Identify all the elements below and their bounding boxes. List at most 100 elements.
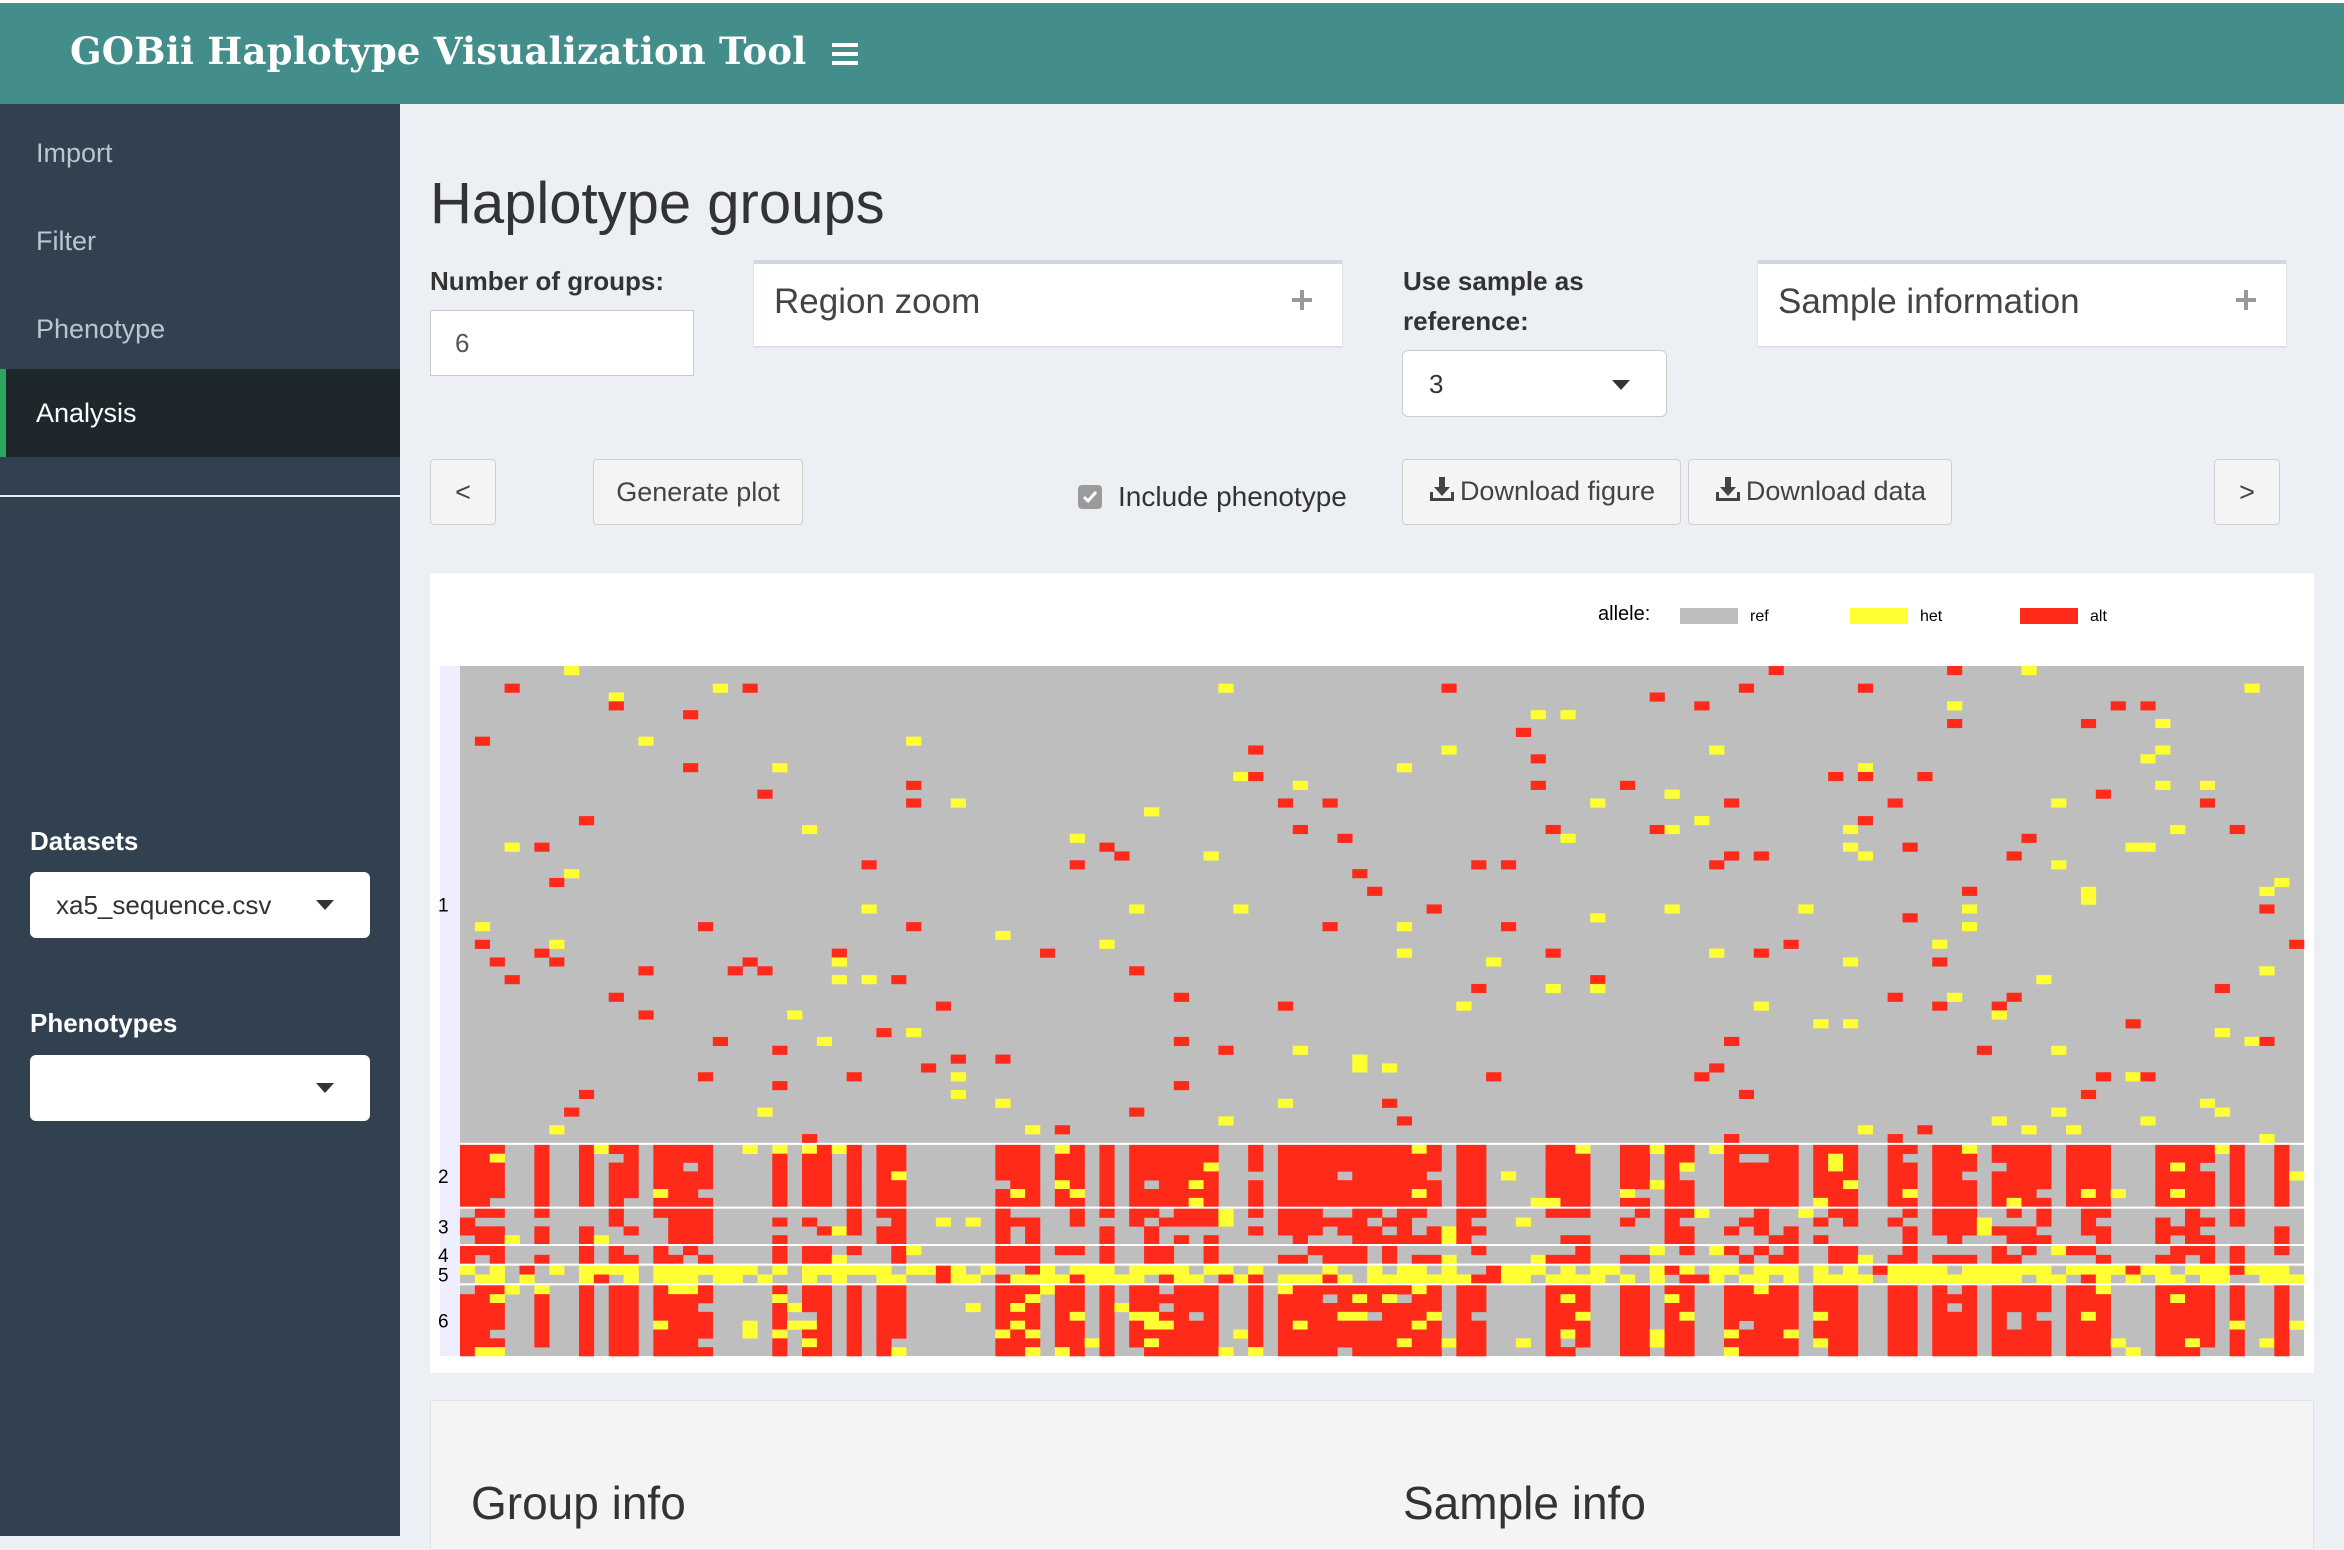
heatmap-cell xyxy=(697,1285,714,1295)
heatmap-cell xyxy=(1679,1180,1695,1190)
heatmap-cell xyxy=(2140,1072,2156,1082)
sidebar-item-phenotype[interactable]: Phenotype xyxy=(0,285,400,373)
heatmap-cell xyxy=(1129,1208,1145,1218)
heatmap-cell xyxy=(1991,1246,2007,1256)
heatmap-cell xyxy=(1337,1294,1353,1304)
heatmap-cell xyxy=(683,1294,699,1304)
heatmap-cell xyxy=(1456,1274,1472,1284)
heatmap-cell xyxy=(1367,1303,1383,1313)
heatmap-cell xyxy=(683,1217,699,1227)
heatmap-cell xyxy=(1039,1285,1056,1295)
heatmap-cell xyxy=(1277,1311,1294,1321)
heatmap-cell xyxy=(906,922,922,932)
include-phenotype-checkbox[interactable] xyxy=(1078,485,1102,509)
number-of-groups-input[interactable] xyxy=(430,310,694,376)
heatmap-cell xyxy=(995,1338,1011,1348)
heatmap-cell xyxy=(2051,1246,2067,1256)
heatmap-cell xyxy=(1753,1162,1769,1172)
heatmap-cell xyxy=(608,1246,624,1256)
heatmap-cell xyxy=(1411,1329,1427,1339)
group-separator xyxy=(460,1283,2304,1286)
heatmap-cell xyxy=(2066,1329,2082,1339)
legend-swatch-alt xyxy=(2020,608,2078,624)
sidebar-item-import[interactable]: Import xyxy=(0,109,400,197)
heatmap-cell xyxy=(1828,1329,1844,1339)
heatmap-cell xyxy=(995,1144,1011,1155)
heatmap-cell xyxy=(1396,1116,1413,1126)
heatmap-cell xyxy=(1545,1162,1561,1172)
hamburger-menu-icon[interactable] xyxy=(826,27,866,77)
sidebar-item-filter[interactable]: Filter xyxy=(0,197,400,285)
generate-plot-button[interactable]: Generate plot xyxy=(593,459,803,525)
heatmap-cell xyxy=(1619,1285,1636,1295)
heatmap-cell xyxy=(460,1320,476,1330)
heatmap-cell xyxy=(697,1329,714,1339)
heatmap-cell xyxy=(1932,1171,1948,1181)
heatmap-cell xyxy=(1367,1171,1383,1181)
heatmap-cell xyxy=(1619,1144,1636,1155)
heatmap-cell xyxy=(757,1107,773,1117)
heatmap-cell xyxy=(2274,1285,2290,1295)
heatmap-cell xyxy=(1545,1180,1561,1190)
heatmap-cell xyxy=(2185,1144,2201,1155)
download-figure-button[interactable]: Download figure xyxy=(1402,459,1681,525)
heatmap-cell xyxy=(2214,1107,2230,1117)
heatmap-cell xyxy=(2229,1311,2245,1321)
heatmap-cell xyxy=(474,1235,491,1245)
heatmap-cell xyxy=(1664,1303,1680,1313)
heatmap-cell xyxy=(1099,1329,1115,1339)
heatmap-cell xyxy=(1277,1180,1294,1190)
plus-icon[interactable] xyxy=(1286,284,1318,316)
next-button[interactable]: > xyxy=(2214,459,2280,525)
heatmap-cell xyxy=(1575,1208,1591,1218)
heatmap-cell xyxy=(1961,1217,1978,1227)
heatmap-cell xyxy=(1456,1144,1472,1155)
heatmap-cell xyxy=(772,1338,788,1348)
region-zoom-box[interactable]: Region zoom xyxy=(754,260,1342,346)
heatmap-cell xyxy=(1069,1246,1085,1256)
heatmap-cell xyxy=(1887,1134,1903,1144)
heatmap-cell xyxy=(1010,1254,1026,1264)
reference-select[interactable]: 3 xyxy=(1402,350,1667,417)
heatmap-cell xyxy=(1560,1208,1576,1218)
sidebar-item-analysis[interactable]: Analysis xyxy=(0,369,400,457)
heatmap-cell xyxy=(1382,1217,1398,1227)
heatmap-cell xyxy=(2274,1189,2290,1199)
heatmap-cell xyxy=(1396,1144,1413,1155)
heatmap-cell xyxy=(1173,1274,1189,1284)
heatmap-cell xyxy=(608,1180,624,1190)
heatmap-cell xyxy=(578,1180,595,1190)
heatmap-cell xyxy=(1857,763,1874,773)
heatmap-cell xyxy=(2244,1036,2260,1047)
datasets-select[interactable]: xa5_sequence.csv xyxy=(30,872,370,938)
heatmap-cell xyxy=(2199,1294,2216,1304)
heatmap-cell xyxy=(846,1162,862,1172)
previous-button[interactable]: < xyxy=(430,459,496,525)
sample-information-box[interactable]: Sample information xyxy=(1758,260,2286,346)
heatmap-cell xyxy=(474,1171,491,1181)
heatmap-cell xyxy=(1515,1274,1532,1284)
heatmap-cell xyxy=(534,1226,550,1236)
heatmap-cell xyxy=(1471,1246,1487,1256)
heatmap-cell xyxy=(2036,1347,2052,1357)
heatmap-cell xyxy=(772,1246,788,1256)
heatmap-cell xyxy=(1887,1180,1903,1190)
heatmap-cell xyxy=(802,1329,818,1339)
heatmap-cell xyxy=(2259,886,2275,896)
plus-icon[interactable] xyxy=(2230,284,2262,316)
heatmap-cell xyxy=(1724,1246,1740,1256)
heatmap-cell xyxy=(1069,1180,1085,1190)
heatmap-cell xyxy=(1203,1171,1219,1181)
phenotypes-select[interactable] xyxy=(30,1055,370,1121)
heatmap-cell xyxy=(683,710,699,720)
heatmap-cell xyxy=(1634,1303,1650,1313)
download-data-button[interactable]: Download data xyxy=(1688,459,1952,525)
heatmap-cell xyxy=(1843,1197,1859,1207)
heatmap-cell xyxy=(2095,1153,2111,1163)
heatmap-cell xyxy=(1724,1036,1740,1047)
heatmap-cell xyxy=(2036,1144,2052,1155)
heatmap-cell xyxy=(1025,1226,1041,1236)
heatmap-cell xyxy=(1307,1246,1323,1256)
heatmap-cell xyxy=(2229,1303,2245,1313)
heatmap-cell xyxy=(1337,1226,1353,1236)
